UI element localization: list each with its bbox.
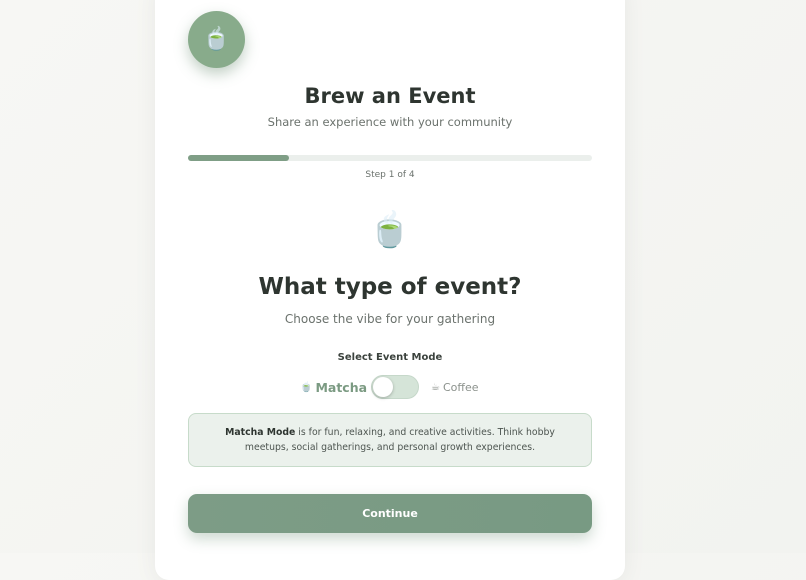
mode-description: Matcha Mode is for fun, relaxing, and cr… [188, 413, 592, 467]
toggle-knob[interactable] [373, 377, 393, 397]
question-subtitle: Choose the vibe for your gathering [284, 312, 496, 326]
progress-bar [188, 155, 592, 161]
matcha-label: Matcha [315, 380, 368, 395]
coffee-label: Coffee [442, 381, 479, 394]
step-indicator: Step 1 of 4 [365, 170, 415, 180]
mode-description-title: Matcha Mode [225, 427, 296, 438]
matcha-icon: 🍵 [300, 382, 313, 393]
question-title: What type of event? [258, 274, 522, 300]
event-mode-toggle[interactable] [371, 375, 419, 399]
progress-fill [188, 155, 289, 161]
coffee-icon: ☕ [431, 382, 440, 393]
page-title: Brew an Event [304, 84, 476, 108]
tea-cup-icon: 🍵 [202, 27, 231, 52]
coffee-option[interactable]: ☕ Coffee [431, 381, 479, 394]
matcha-option[interactable]: 🍵 Matcha [300, 380, 367, 395]
logo-badge: 🍵 [188, 11, 245, 68]
page-subtitle: Share an experience with your community [267, 115, 513, 129]
tea-cup-icon: 🍵 [368, 210, 412, 250]
event-mode-label: Select Event Mode [337, 352, 443, 363]
continue-button[interactable]: Continue [188, 494, 592, 533]
